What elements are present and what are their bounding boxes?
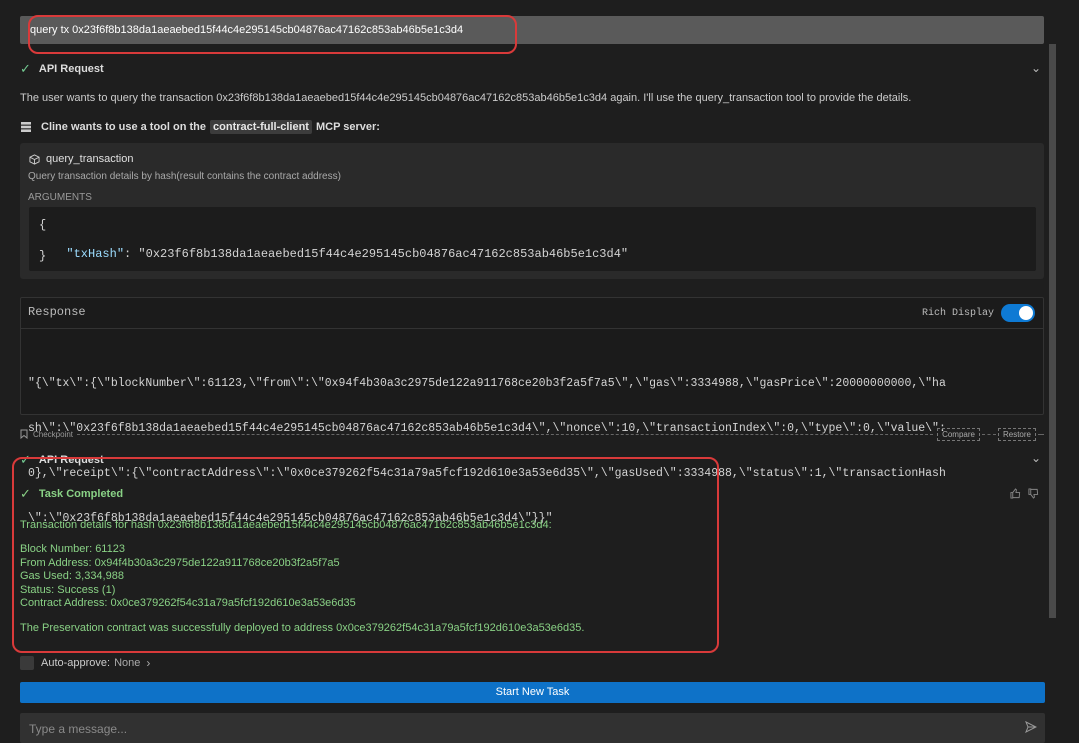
check-icon: ✓ [20,61,31,76]
tool-name: query_transaction [46,153,134,165]
server-icon [21,122,31,132]
bookmark-icon [20,429,28,439]
scrollbar-thumb[interactable] [1049,44,1056,618]
message-input[interactable] [27,719,1011,739]
checkpoint-line [1038,433,1044,435]
response-divider [21,328,1043,329]
response-line: "{\"tx\":{\"blockNumber\":61123,\"from\"… [28,377,946,390]
auto-approve-row[interactable]: Auto-approve: None › [20,655,150,670]
thumbs-up-icon[interactable] [1010,488,1021,499]
arg-key: "txHash" [66,247,125,261]
auto-approve-value: None [114,656,141,669]
compare-button[interactable]: Compare [937,427,980,441]
chevron-down-icon[interactable]: ⌄ [1031,61,1041,75]
auto-approve-label: Auto-approve: [41,656,111,669]
checkpoint-line [981,433,996,435]
checkpoint-line [77,433,934,435]
arguments-label: ARGUMENTS [28,192,92,203]
cube-icon [29,153,40,165]
annotation-highlight-query [28,15,517,54]
arg-value: "0x23f6f8b138da1aeaebed15f44c4e295145cb0… [138,247,629,261]
tool-name-row: query_transaction [29,152,133,166]
start-new-task-button[interactable]: Start New Task [20,682,1045,703]
args-open-brace: { [39,218,47,232]
checkpoint-label: Checkpoint [33,429,74,439]
restore-button[interactable]: Restore [997,427,1036,441]
tool-description: Query transaction details by hash(result… [28,171,341,182]
checkpoint-row: Checkpoint Compare Restore [20,427,1044,441]
annotation-highlight-result [12,457,719,653]
api-request-label: API Request [38,63,104,75]
message-input-container [20,713,1045,743]
rich-display-toggle[interactable] [1001,304,1036,322]
chevron-down-icon[interactable]: ⌄ [1031,451,1041,465]
args-close-brace: } [39,249,47,263]
mcp-prefix: Cline wants to use a tool on the [41,121,207,133]
response-title: Response [28,305,86,319]
send-icon[interactable] [1025,721,1037,733]
api-request-header[interactable]: ✓ API Request [20,61,1044,77]
assistant-text: The user wants to query the transaction … [20,92,912,104]
mcp-suffix: MCP server: [315,121,380,133]
mcp-server-name: contract-full-client [210,120,312,134]
arg-colon: : [124,247,139,261]
auto-approve-checkbox[interactable] [20,655,34,670]
mcp-tool-header: Cline wants to use a tool on the contrac… [20,119,380,135]
rich-display-label: Rich Display [922,307,995,319]
rich-display-control[interactable]: Rich Display [922,304,1036,322]
thumbs-down-icon[interactable] [1028,488,1039,499]
args-line: "txHash": "0x23f6f8b138da1aeaebed15f44c4… [52,233,628,261]
chevron-right-icon: › [146,655,151,670]
